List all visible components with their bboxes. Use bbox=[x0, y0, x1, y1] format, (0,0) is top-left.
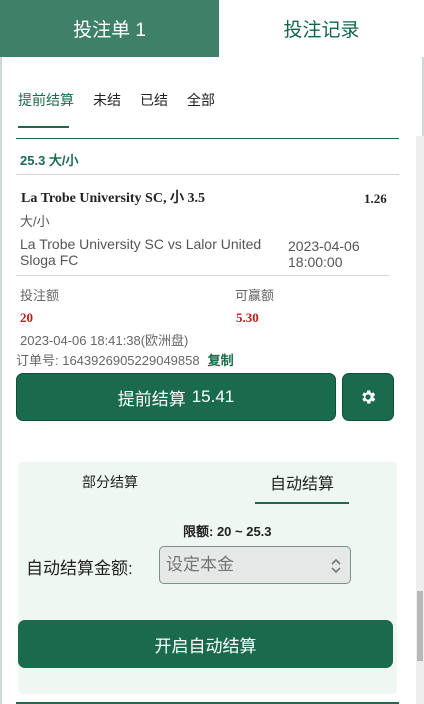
bet-odds: 1.26 bbox=[364, 191, 387, 206]
match-datetime: 2023-04-06 18:00:00 bbox=[288, 238, 378, 270]
market-type: 大/小 bbox=[20, 214, 50, 229]
scrollbar-thumb[interactable] bbox=[417, 591, 423, 661]
stake-value: 20 bbox=[20, 310, 33, 325]
filter-cashout[interactable]: 提前结算 bbox=[18, 90, 74, 128]
win-label: 可赢额 bbox=[235, 288, 275, 303]
tab-auto-cashout[interactable]: 自动结算 bbox=[255, 470, 349, 504]
placed-time: 2023-04-06 18:41:38(欧洲盘) bbox=[20, 333, 189, 348]
tab-bet-records[interactable]: 投注记录 bbox=[219, 0, 424, 57]
stepper-icon[interactable] bbox=[329, 556, 343, 576]
match-name: La Trobe University SC vs Lalor United S… bbox=[20, 236, 262, 268]
cashout-label: 提前结算 bbox=[117, 389, 186, 409]
stake-label: 投注额 bbox=[20, 288, 60, 303]
match-date: 2023-04-06 bbox=[288, 238, 360, 254]
divider bbox=[16, 275, 389, 276]
copy-button[interactable]: 复制 bbox=[208, 353, 234, 368]
order-row: 订单号: 1643926905229049858 复制 bbox=[16, 350, 234, 369]
bet-selection: La Trobe University SC, 小 3.5 bbox=[21, 191, 205, 206]
limit-text: 限额: 20 ~ 25.3 bbox=[183, 524, 272, 539]
tab-betslip[interactable]: 投注单 1 bbox=[0, 0, 219, 57]
auto-amount-input[interactable] bbox=[159, 546, 351, 584]
cashout-button[interactable]: 提前结算 15.41 bbox=[16, 373, 336, 421]
tab-partial-cashout[interactable]: 部分结算 bbox=[82, 472, 138, 492]
market-title: 25.3 大/小 bbox=[20, 153, 79, 168]
cashout-amount: 15.41 bbox=[191, 387, 235, 406]
filter-unsettled[interactable]: 未结 bbox=[93, 90, 121, 128]
top-tabs: 投注单 1 投注记录 bbox=[0, 0, 424, 57]
filter-tabs: 提前结算 未结 已结 全部 bbox=[18, 90, 215, 128]
filter-settled[interactable]: 已结 bbox=[140, 90, 168, 128]
enable-auto-cashout-button[interactable]: 开启自动结算 bbox=[18, 620, 393, 668]
gear-icon bbox=[362, 390, 376, 404]
filter-all[interactable]: 全部 bbox=[187, 90, 215, 128]
scrollbar[interactable] bbox=[416, 136, 424, 704]
match-time: 18:00:00 bbox=[288, 254, 343, 270]
bet-card bbox=[16, 138, 399, 139]
frame-left-border bbox=[0, 57, 2, 704]
win-value: 5.30 bbox=[236, 310, 259, 325]
divider bbox=[16, 174, 399, 175]
auto-amount-label: 自动结算金额: bbox=[26, 559, 133, 578]
settings-button[interactable] bbox=[342, 373, 394, 421]
order-number: 订单号: 1643926905229049858 bbox=[16, 353, 200, 368]
